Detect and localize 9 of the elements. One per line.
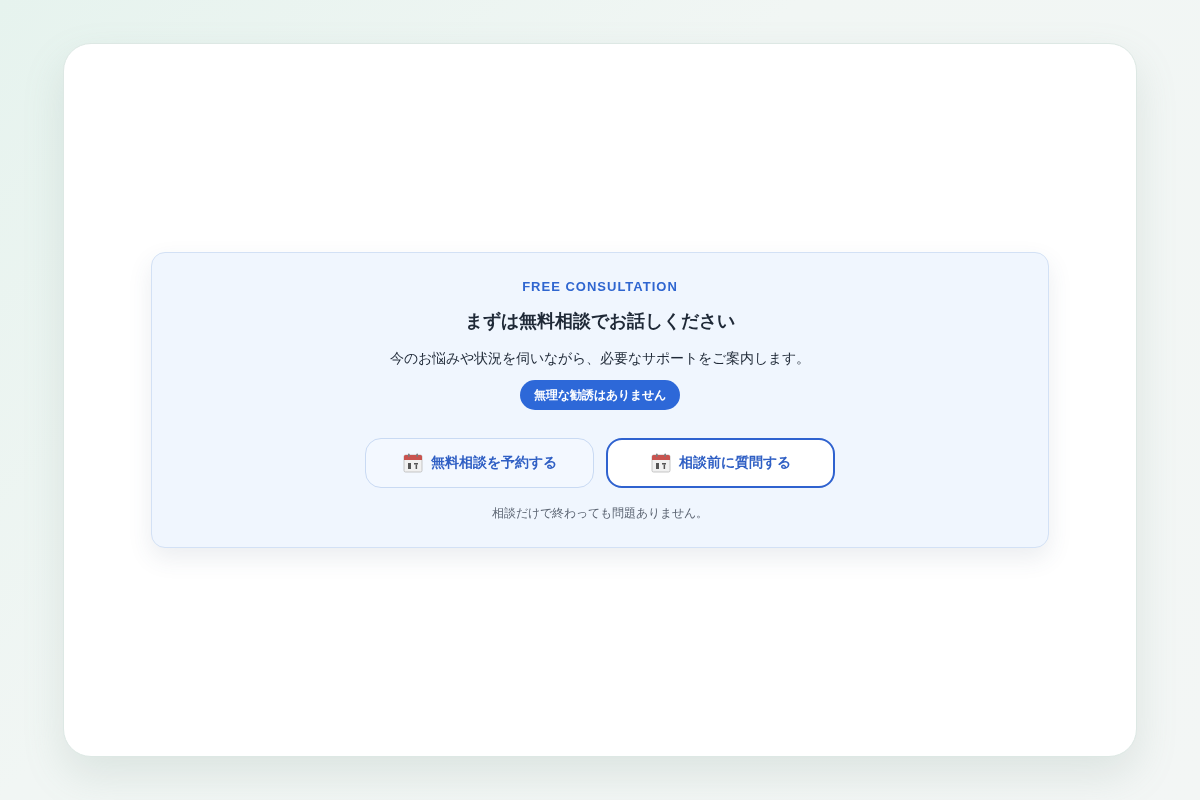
consultation-button[interactable]: 無料相談を予約する xyxy=(365,438,594,488)
consultation-button[interactable]: 相談前に質問する xyxy=(606,438,835,488)
lead-text: 今のお悩みや状況を伺いながら、必要なサポートをご案内します。 xyxy=(390,349,810,367)
calendar-icon xyxy=(650,453,671,473)
note-text: 相談だけで終わっても問題ありません。 xyxy=(492,505,708,521)
eyebrow-text: FREE CONSULTATION xyxy=(522,279,678,295)
reassurance-badge: 無理な勧誘はありません xyxy=(520,380,680,410)
section-title: まずは無料相談でお話しください xyxy=(465,310,735,333)
calendar-icon xyxy=(402,453,423,473)
